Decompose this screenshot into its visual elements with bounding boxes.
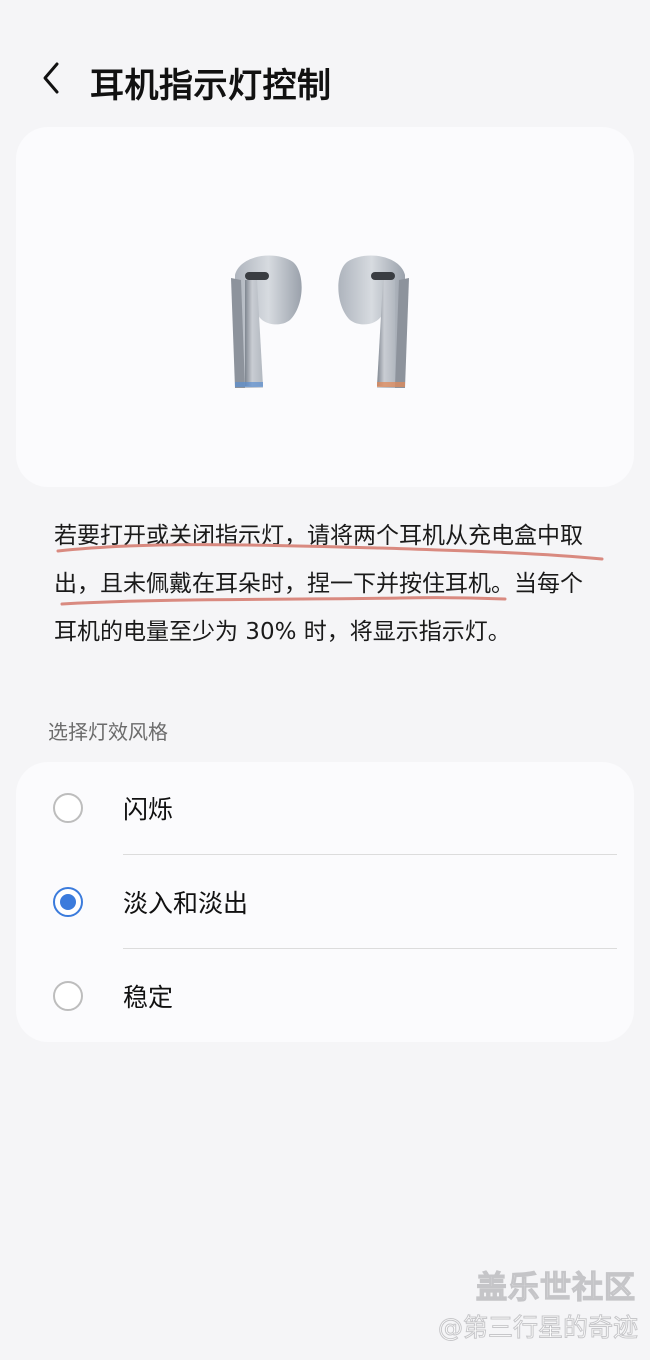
watermark-brand: 盖乐世社区 <box>475 1269 636 1306</box>
app-header: 耳机指示灯控制 <box>0 40 650 120</box>
section-title: 选择灯效风格 <box>48 720 168 744</box>
instruction-text: 若要打开或关闭指示灯，请将两个耳机从充电盒中取 出，且未佩戴在耳朵时，捏一下并按… <box>54 512 614 656</box>
watermark-handle: @第三行星的奇迹 <box>437 1313 638 1343</box>
option-blink[interactable]: 闪烁 <box>16 762 634 854</box>
radio-checked-icon[interactable] <box>53 887 83 917</box>
back-button[interactable] <box>34 58 68 98</box>
option-steady[interactable]: 稳定 <box>16 950 634 1042</box>
option-label: 稳定 <box>123 983 174 1012</box>
left-earbud <box>231 255 302 388</box>
radio-unchecked-icon[interactable] <box>53 793 83 823</box>
instruction-line-3: 耳机的电量至少为 30% 时，将显示指示灯。 <box>54 619 511 645</box>
divider <box>123 948 617 949</box>
right-earbud <box>338 255 409 388</box>
option-fade[interactable]: 淡入和淡出 <box>16 856 634 948</box>
earbuds-illustration <box>231 255 409 388</box>
light-style-options: 闪烁 淡入和淡出 稳定 <box>16 762 634 1042</box>
divider <box>123 854 617 855</box>
page-title: 耳机指示灯控制 <box>90 66 332 106</box>
chevron-left-icon <box>43 62 59 94</box>
instruction-line-2: 出，且未佩戴在耳朵时，捏一下并按住耳机。当每个 <box>54 571 583 597</box>
radio-unchecked-icon[interactable] <box>53 981 83 1011</box>
option-label: 淡入和淡出 <box>123 889 249 918</box>
option-label: 闪烁 <box>123 795 174 824</box>
instruction-line-1: 若要打开或关闭指示灯，请将两个耳机从充电盒中取 <box>54 523 583 549</box>
